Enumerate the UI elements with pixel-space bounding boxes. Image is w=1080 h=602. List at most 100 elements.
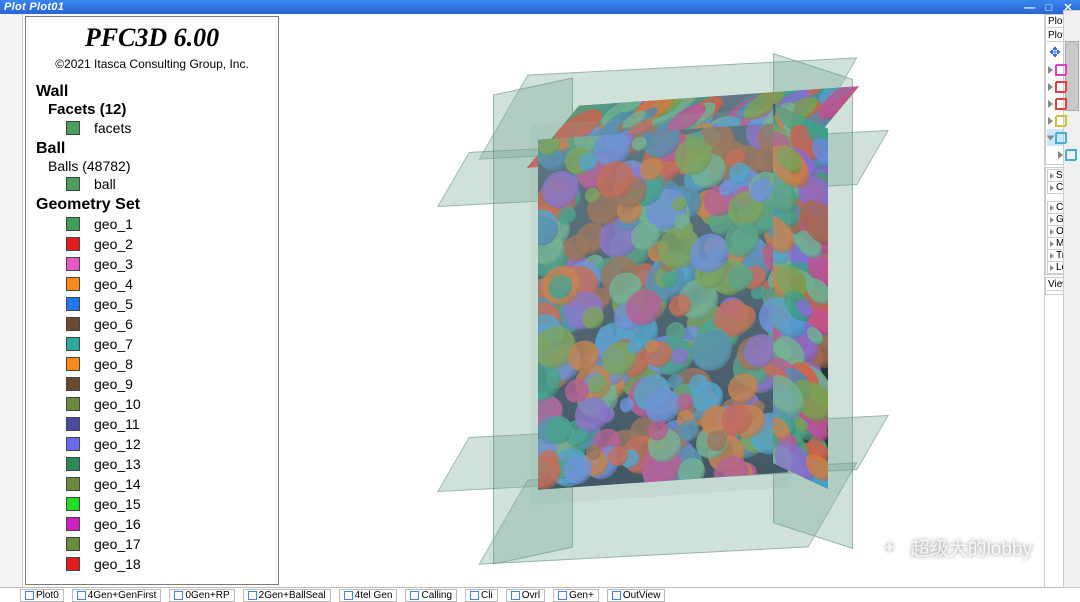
geo-label: geo_7 — [94, 336, 133, 352]
geo-label: geo_5 — [94, 296, 133, 312]
geo-legend-row: geo_9 — [36, 374, 268, 394]
geo-swatch — [66, 357, 80, 371]
ball-legend-row: ball — [36, 174, 268, 194]
geo-label: geo_10 — [94, 396, 141, 412]
geo-swatch — [66, 217, 80, 231]
geo-legend-row: geo_17 — [36, 534, 268, 554]
tab-icon — [470, 591, 479, 600]
window-title: Plot Plot01 — [4, 1, 64, 13]
geo-label: geo_13 — [94, 456, 141, 472]
copyright-text: ©2021 Itasca Consulting Group, Inc. — [30, 53, 274, 77]
bottom-tab[interactable]: 0Gen+RP — [169, 589, 234, 602]
geo-label: geo_16 — [94, 516, 141, 532]
geo-swatch — [66, 457, 80, 471]
ball-cube-icon — [1055, 81, 1067, 93]
geo-legend-row: geo_16 — [36, 514, 268, 534]
facets-legend-row: facets — [36, 118, 268, 138]
bottom-tab-bar: Plot0 4Gen+GenFirst 0Gen+RP 2Gen+BallSeal 4t… — [0, 587, 1080, 602]
selected-cube-icon — [1055, 132, 1067, 144]
bottom-tab[interactable]: 2Gen+BallSeal — [243, 589, 331, 602]
geo-swatch — [66, 317, 80, 331]
bottom-tab[interactable]: Ovrl — [506, 589, 545, 602]
geo-legend-row: geo_7 — [36, 334, 268, 354]
geo-legend-row: geo_4 — [36, 274, 268, 294]
product-title: PFC3D 6.00 — [30, 23, 274, 53]
geo-label: geo_8 — [94, 356, 133, 372]
bottom-tab[interactable]: 4Gen+GenFirst — [72, 589, 162, 602]
tab-icon — [511, 591, 520, 600]
geo-swatch — [66, 537, 80, 551]
bottom-tab[interactable]: OutView — [607, 589, 666, 602]
geo-legend-row: geo_8 — [36, 354, 268, 374]
geo-swatch — [66, 517, 80, 531]
geo-legend-row: geo_14 — [36, 474, 268, 494]
geo-swatch — [66, 417, 80, 431]
watermark-text: 超级大的lobby — [911, 534, 1032, 561]
ball-heading: Ball — [36, 140, 268, 158]
minimize-button[interactable]: — — [1022, 2, 1038, 14]
left-gutter — [0, 14, 23, 587]
bottom-tab[interactable]: Gen+ — [553, 589, 599, 602]
geo-legend-row: geo_13 — [36, 454, 268, 474]
tab-icon — [410, 591, 419, 600]
3d-viewport[interactable]: ✦ 超级大的lobby — [281, 14, 1045, 587]
geo-label: geo_9 — [94, 376, 133, 392]
tab-icon — [77, 591, 86, 600]
ball-swatch — [66, 177, 80, 191]
watermark: ✦ 超级大的lobby — [877, 534, 1032, 561]
bottom-tab[interactable]: Cli — [465, 589, 498, 602]
geo-swatch — [66, 397, 80, 411]
facets-swatch — [66, 121, 80, 135]
tab-icon — [558, 591, 567, 600]
geo-legend-row: geo_18 — [36, 554, 268, 574]
geo-swatch — [66, 337, 80, 351]
geo-label: geo_11 — [94, 416, 140, 432]
geo-legend-row: geo_11 — [36, 414, 268, 434]
geo-legend-row: geo_1 — [36, 214, 268, 234]
tab-icon — [174, 591, 183, 600]
wechat-icon: ✦ — [877, 535, 903, 561]
geo-legend-row: geo_12 — [36, 434, 268, 454]
geo-legend-row: geo_10 — [36, 394, 268, 414]
geo-swatch — [66, 297, 80, 311]
geo-legend-row: geo_3 — [36, 254, 268, 274]
geo-swatch — [66, 497, 80, 511]
geo-label: geo_2 — [94, 236, 133, 252]
geo-legend-row: geo_15 — [36, 494, 268, 514]
bottom-tab[interactable]: Calling — [405, 589, 457, 602]
maximize-button[interactable]: □ — [1041, 2, 1057, 14]
window-titlebar[interactable]: Plot Plot01 — □ ✕ — [0, 0, 1080, 14]
bottom-tab[interactable]: Plot0 — [20, 589, 64, 602]
wall-plate-front-glass — [531, 106, 791, 504]
wall-heading: Wall — [36, 83, 268, 101]
tab-icon — [344, 591, 353, 600]
geom-cube-icon — [1055, 115, 1067, 127]
geo-label: geo_14 — [94, 476, 141, 492]
geo-label: geo_1 — [94, 216, 133, 232]
legend-panel: PFC3D 6.00 ©2021 Itasca Consulting Group… — [25, 16, 279, 585]
geo-swatch — [66, 377, 80, 391]
geo-swatch — [66, 437, 80, 451]
geo-legend-row: geo_6 — [36, 314, 268, 334]
geo-label: geo_17 — [94, 536, 141, 552]
geometry-set-heading: Geometry Set — [36, 196, 268, 214]
geo-label: geo_12 — [94, 436, 141, 452]
geo-swatch — [66, 257, 80, 271]
bottom-tab[interactable]: 4tel Gen — [339, 589, 398, 602]
geo-swatch — [66, 237, 80, 251]
ball-label: ball — [94, 176, 116, 192]
rblock-cube-icon — [1055, 98, 1067, 110]
tab-icon — [612, 591, 621, 600]
geo-label: geo_15 — [94, 496, 141, 512]
geo-label: geo_18 — [94, 556, 141, 572]
facets-count-label: Facets (12) — [48, 101, 268, 118]
tab-icon — [25, 591, 34, 600]
geo-swatch — [66, 557, 80, 571]
facets-label: facets — [94, 120, 131, 136]
sub-cube-icon — [1065, 149, 1077, 161]
geo-swatch — [66, 277, 80, 291]
move-icon: ✥ — [1047, 45, 1063, 61]
model-scene — [483, 56, 843, 546]
balls-count-label: Balls (48782) — [48, 158, 268, 174]
geo-label: geo_6 — [94, 316, 133, 332]
